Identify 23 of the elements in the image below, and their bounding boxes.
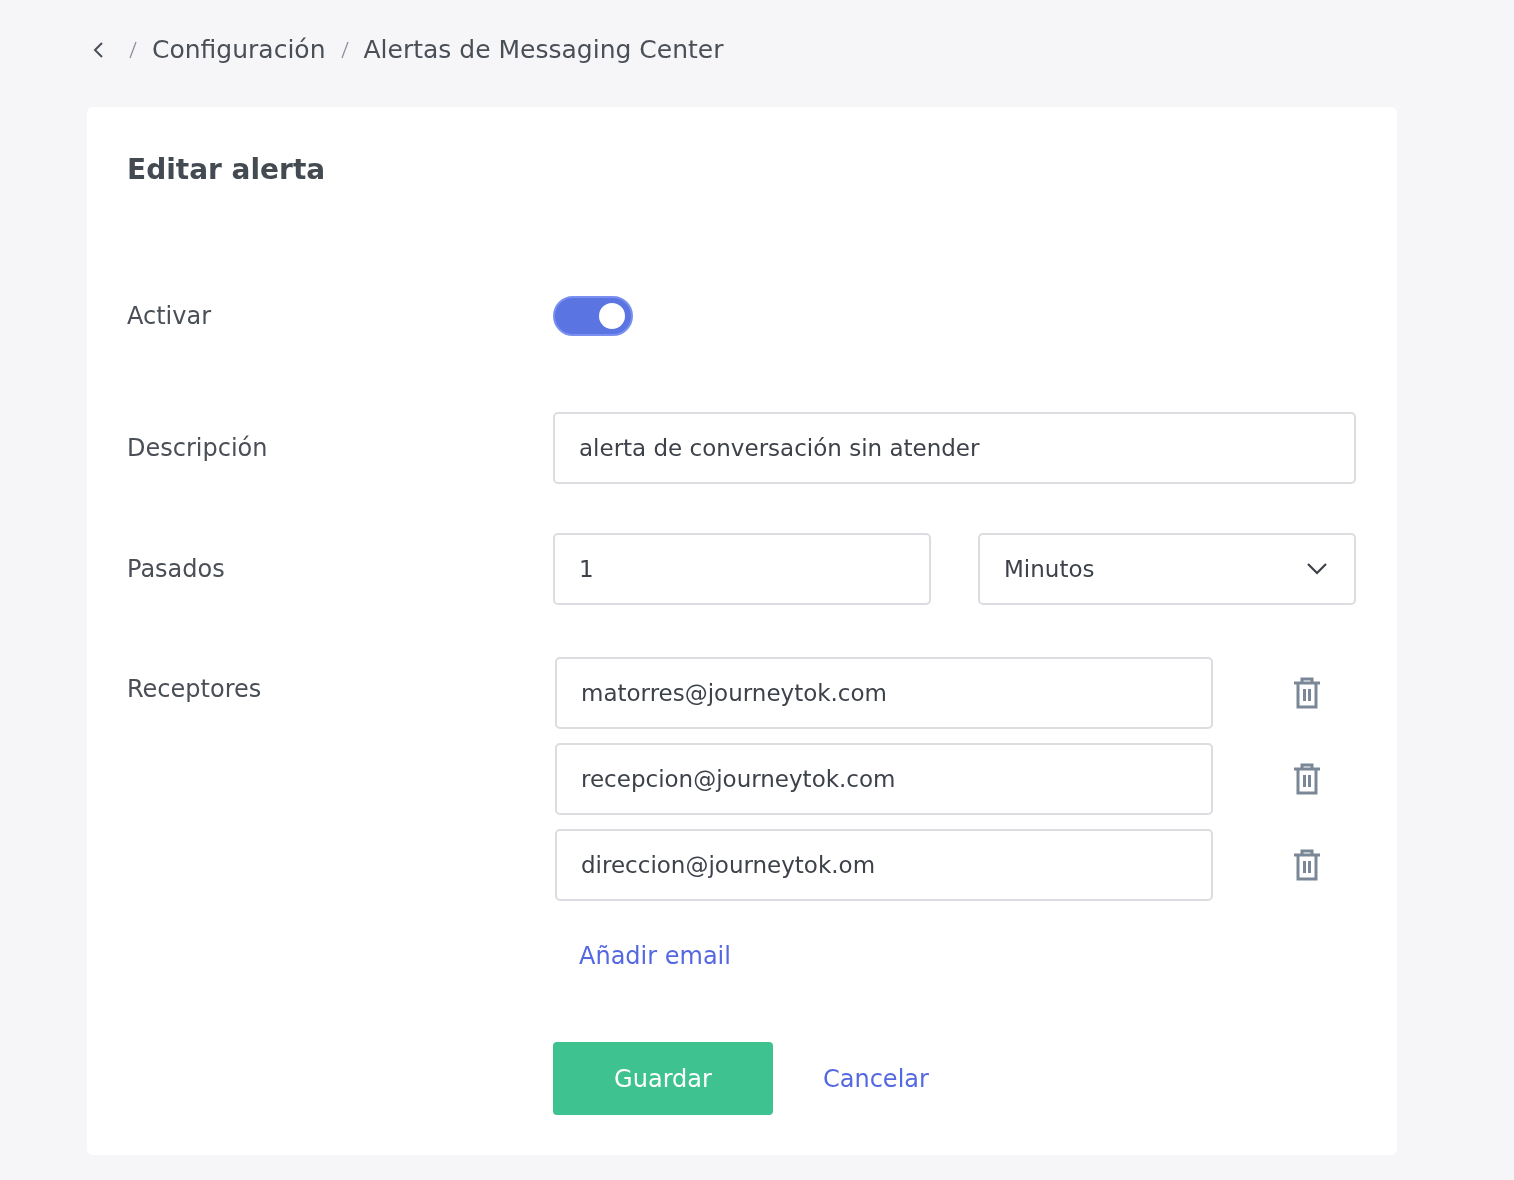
email-field[interactable]: direccion@journeytok.om [555, 829, 1213, 901]
delete-button[interactable] [1292, 762, 1322, 796]
toggle-switch[interactable] [553, 296, 633, 336]
email-field[interactable]: recepcion@journeytok.com [555, 743, 1213, 815]
number-field[interactable]: 1 [553, 533, 931, 605]
field-label: Pasados [127, 555, 226, 583]
separator-icon [128, 39, 138, 60]
form-title: Editar alerta [127, 152, 327, 188]
field-label: Activar [127, 302, 213, 330]
back-button[interactable] [92, 40, 106, 59]
field-label: Receptores [127, 675, 263, 703]
unit-dropdown[interactable]: Minutos [978, 533, 1356, 605]
delete-button[interactable] [1292, 676, 1322, 710]
separator-icon [339, 39, 350, 60]
delete-button[interactable] [1292, 848, 1322, 882]
field-label: Descripción [127, 434, 269, 462]
email-field[interactable]: matorres@journeytok.com [555, 657, 1213, 729]
cancel-link[interactable]: Cancelar [823, 1064, 929, 1093]
breadcrumb-link[interactable]: Configuración [152, 35, 326, 64]
text-field[interactable]: alerta de conversación sin atender [553, 412, 1356, 484]
chevron-down-icon [1306, 562, 1328, 576]
breadcrumb-link[interactable]: Alertas de Messaging Center [363, 35, 724, 64]
add-email-link[interactable]: Añadir email [579, 941, 731, 971]
